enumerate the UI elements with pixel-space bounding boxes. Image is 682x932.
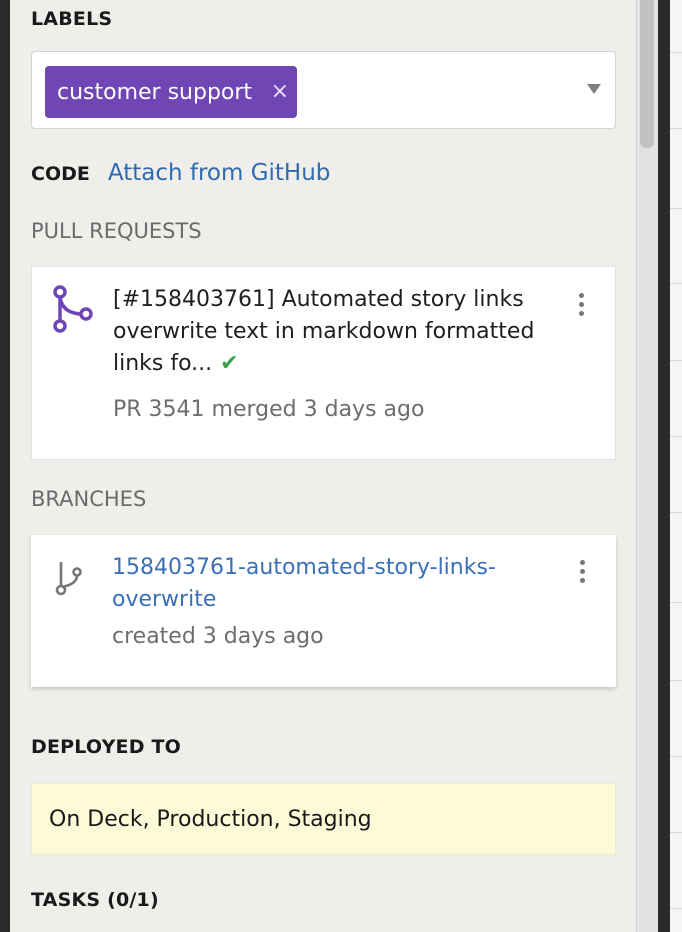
branches-heading: BRANCHES — [31, 487, 147, 511]
pr-title-text[interactable]: [#158403761] Automated story links overw… — [113, 287, 534, 376]
branch-icon — [55, 562, 82, 596]
branch-meta: created 3 days ago — [112, 624, 324, 649]
labels-heading: LABELS — [31, 8, 113, 30]
scrollbar[interactable] — [636, 0, 659, 932]
code-heading: CODE — [31, 163, 90, 185]
chevron-down-icon[interactable] — [587, 84, 601, 94]
labels-select[interactable]: customer support × — [31, 51, 616, 129]
branch-card: 158403761-automated-story-links-overwrit… — [31, 535, 616, 687]
deployed-to-heading: DEPLOYED TO — [31, 736, 182, 758]
check-icon: ✔ — [220, 351, 239, 376]
left-edge — [0, 0, 10, 932]
attach-from-github-link[interactable]: Attach from GitHub — [108, 160, 331, 186]
deployed-environments: On Deck, Production, Staging — [49, 806, 372, 832]
tasks-heading: TASKS (0/1) — [31, 889, 159, 911]
pull-request-card: [#158403761] Automated story links overw… — [31, 266, 616, 460]
branch-more-options-icon[interactable] — [580, 560, 586, 587]
pr-title[interactable]: [#158403761] Automated story links overw… — [113, 284, 568, 380]
adjacent-panel-edge — [670, 0, 682, 932]
remove-label-icon[interactable]: × — [271, 79, 289, 104]
label-chip-customer-support[interactable]: customer support × — [45, 66, 297, 118]
scrollbar-thumb[interactable] — [640, 0, 654, 148]
deployed-to-value: On Deck, Production, Staging — [31, 783, 616, 855]
code-row: CODE Attach from GitHub — [31, 160, 330, 186]
pull-requests-heading: PULL REQUESTS — [31, 219, 202, 243]
branch-name-link[interactable]: 158403761-automated-story-links-overwrit… — [112, 552, 552, 616]
panel-divider — [658, 0, 670, 932]
merged-pr-icon — [53, 285, 93, 333]
label-chip-text: customer support — [57, 79, 253, 105]
pr-meta: PR 3541 merged 3 days ago — [113, 397, 425, 422]
pr-more-options-icon[interactable] — [579, 293, 585, 320]
